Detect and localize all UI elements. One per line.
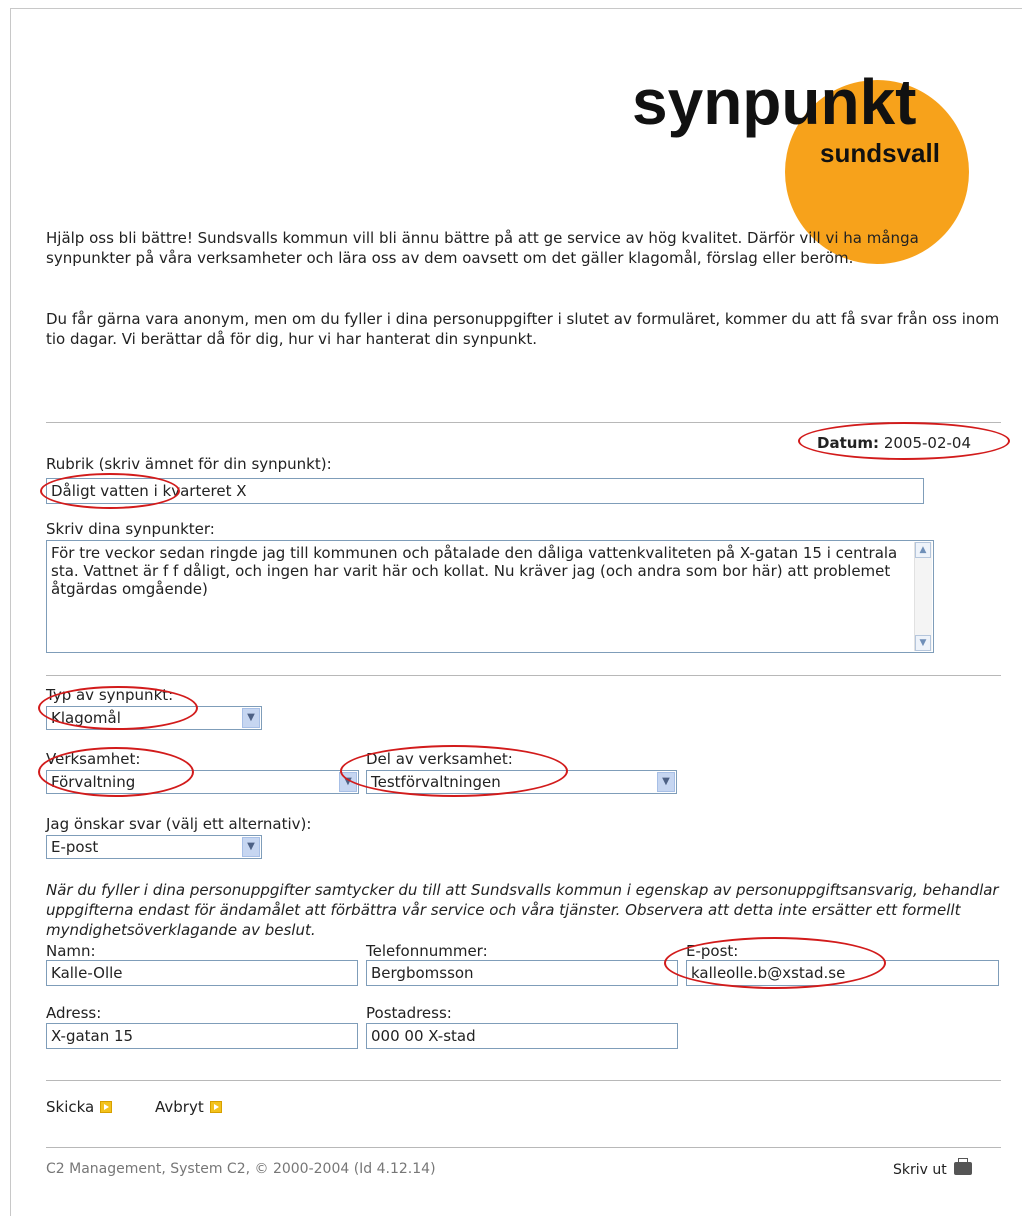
- department-select-value: Förvaltning: [51, 773, 136, 791]
- copyright-text: C2 Management, System C2, © 2000-2004 (I…: [46, 1161, 436, 1177]
- send-button[interactable]: Skicka: [46, 1098, 113, 1116]
- phone-label: Telefonnummer:: [366, 942, 488, 960]
- name-input[interactable]: Kalle-Olle: [46, 960, 358, 986]
- chevron-down-icon[interactable]: ▼: [339, 772, 357, 792]
- chevron-down-icon[interactable]: ▼: [242, 708, 260, 728]
- subject-input[interactable]: Dåligt vatten i kvarteret X: [46, 478, 924, 504]
- cancel-label: Avbryt: [155, 1098, 204, 1116]
- print-link[interactable]: Skriv ut: [893, 1158, 973, 1178]
- sub-department-label: Del av verksamhet:: [366, 750, 513, 768]
- divider: [46, 1080, 1001, 1081]
- sub-department-select[interactable]: Testförvaltningen ▼: [366, 770, 677, 794]
- type-label: Typ av synpunkt:: [46, 686, 174, 704]
- reply-select[interactable]: E-post ▼: [46, 835, 262, 859]
- date-label: Datum:: [817, 434, 880, 452]
- date-value: 2005-02-04: [883, 434, 972, 452]
- comments-label: Skriv dina synpunkter:: [46, 520, 215, 538]
- arrow-right-icon: [100, 1101, 113, 1113]
- textarea-scrollbar[interactable]: ▲ ▼: [914, 542, 932, 651]
- logo-subtext: sundsvall: [820, 138, 940, 168]
- reply-label: Jag önskar svar (välj ett alternativ):: [46, 815, 312, 833]
- phone-input[interactable]: Bergbomsson: [366, 960, 678, 986]
- logo-text: synpunkt: [632, 66, 917, 138]
- address-label: Adress:: [46, 1004, 102, 1022]
- name-label: Namn:: [46, 942, 96, 960]
- send-label: Skicka: [46, 1098, 95, 1116]
- arrow-right-icon: [209, 1101, 222, 1113]
- department-label: Verksamhet:: [46, 750, 141, 768]
- type-select-value: Klagomål: [51, 709, 121, 727]
- type-select[interactable]: Klagomål ▼: [46, 706, 262, 730]
- address-input[interactable]: X-gatan 15: [46, 1023, 358, 1049]
- comments-text: För tre veckor sedan ringde jag till kom…: [51, 544, 898, 598]
- printer-icon: [954, 1158, 973, 1175]
- divider: [46, 1147, 1001, 1148]
- scroll-up-icon[interactable]: ▲: [915, 542, 931, 558]
- sub-department-select-value: Testförvaltningen: [371, 773, 501, 791]
- reply-select-value: E-post: [51, 838, 99, 856]
- divider: [46, 422, 1001, 423]
- consent-text: När du fyller i dina personuppgifter sam…: [46, 881, 999, 939]
- chevron-down-icon[interactable]: ▼: [657, 772, 675, 792]
- cancel-button[interactable]: Avbryt: [155, 1098, 222, 1116]
- divider: [46, 675, 1001, 676]
- postal-label: Postadress:: [366, 1004, 452, 1022]
- postal-input[interactable]: 000 00 X-stad: [366, 1023, 678, 1049]
- email-label: E-post:: [686, 942, 739, 960]
- email-input[interactable]: kalleolle.b@xstad.se: [686, 960, 999, 986]
- print-label: Skriv ut: [893, 1162, 947, 1178]
- date-display: Datum: 2005-02-04: [817, 434, 971, 452]
- intro-paragraph-2: Du får gärna vara anonym, men om du fyll…: [46, 310, 1000, 348]
- subject-label: Rubrik (skriv ämnet för din synpunkt):: [46, 455, 332, 473]
- scroll-down-icon[interactable]: ▼: [915, 635, 931, 651]
- intro-paragraph-1: Hjälp oss bli bättre! Sundsvalls kommun …: [46, 229, 919, 267]
- department-select[interactable]: Förvaltning ▼: [46, 770, 359, 794]
- chevron-down-icon[interactable]: ▼: [242, 837, 260, 857]
- comments-textarea[interactable]: För tre veckor sedan ringde jag till kom…: [46, 540, 934, 653]
